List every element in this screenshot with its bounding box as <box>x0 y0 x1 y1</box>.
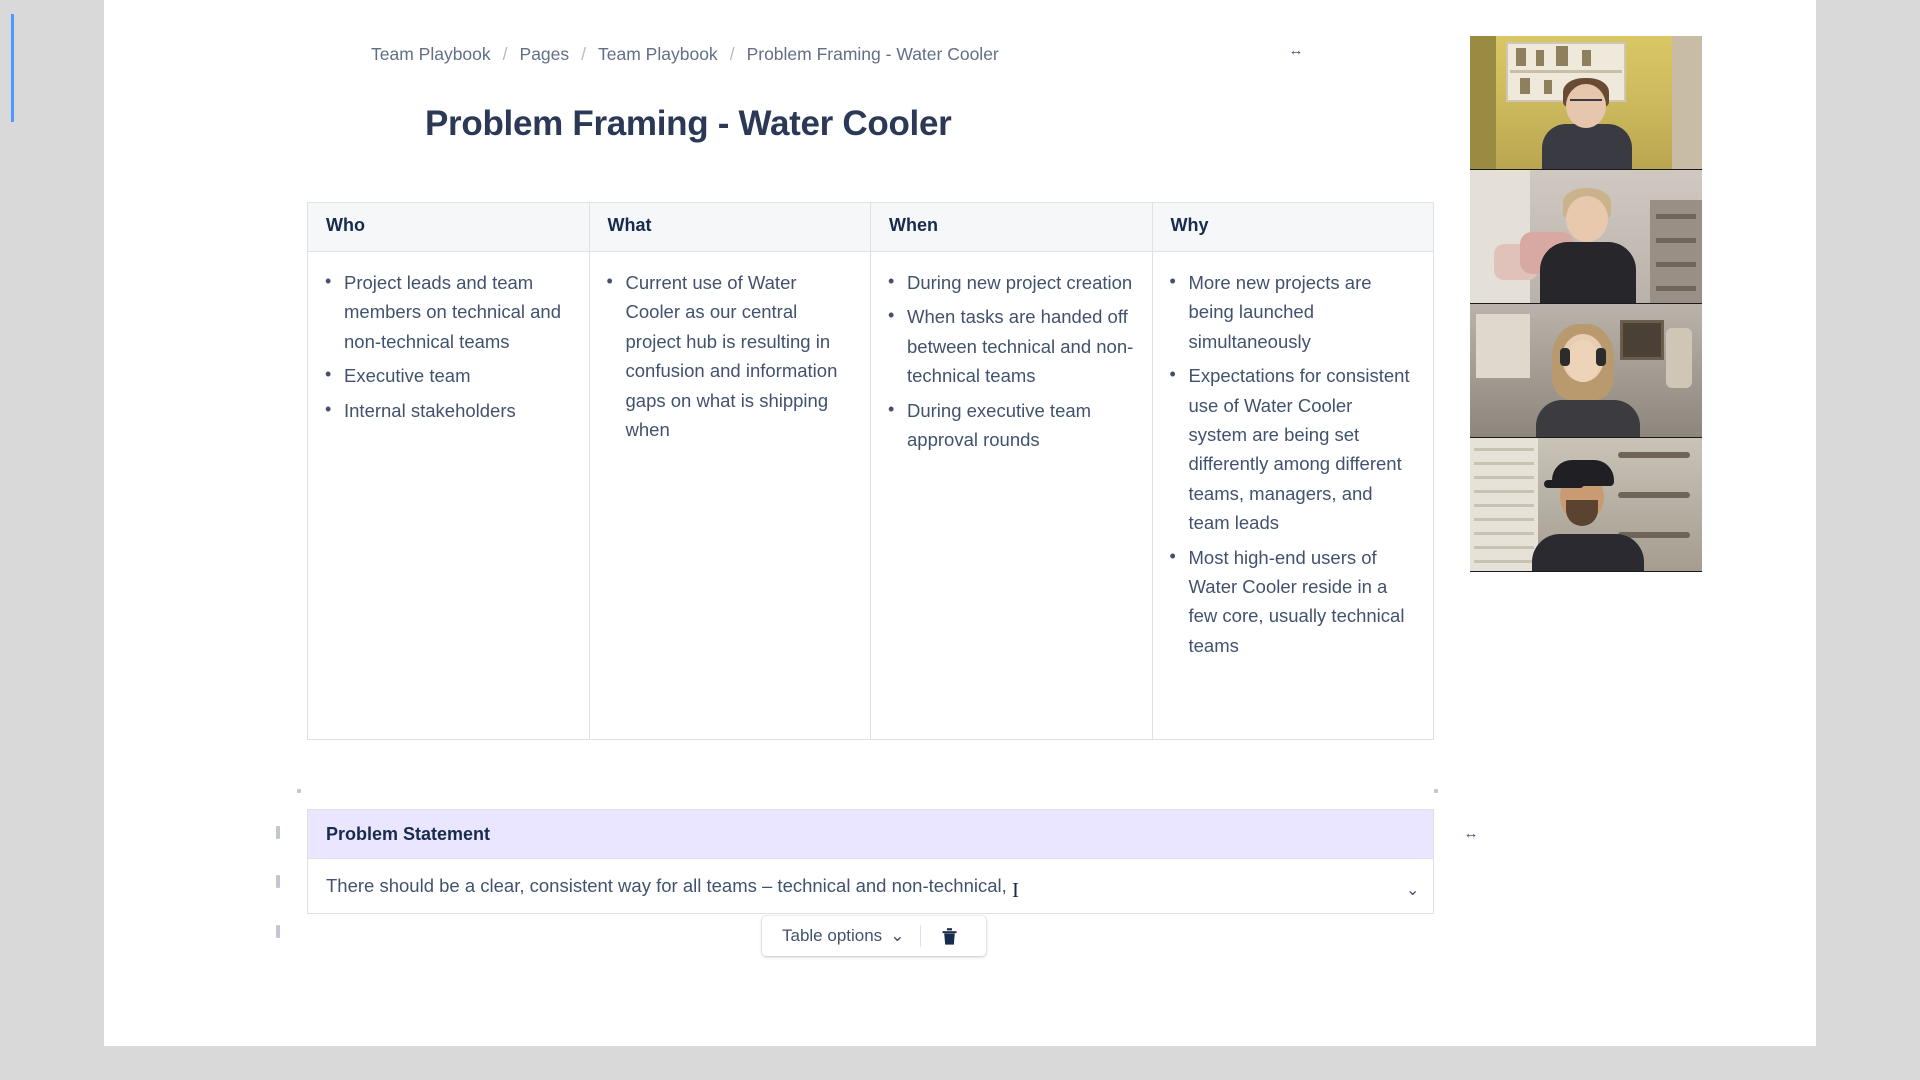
list-item: During executive team approval rounds <box>881 395 1134 455</box>
problem-statement-body-cell[interactable]: There should be a clear, consistent way … <box>307 858 1434 914</box>
table-row: Problem Statement <box>307 809 1434 859</box>
video-tile-participant-1[interactable] <box>1470 36 1702 170</box>
column-header-who[interactable]: Who <box>307 202 590 252</box>
table-options-toolbar: Table options ⌄ <box>762 916 986 956</box>
trash-icon <box>942 927 957 945</box>
video-tile-participant-3[interactable] <box>1470 304 1702 438</box>
video-call-rail <box>1470 36 1702 572</box>
problem-framing-table: Who What When Why Project leads and team… <box>307 202 1434 740</box>
column-resize-grip[interactable] <box>1434 789 1438 793</box>
column-header-when[interactable]: When <box>870 202 1153 252</box>
column-header-what[interactable]: What <box>588 202 871 252</box>
column-resize-grip[interactable] <box>297 789 301 793</box>
row-grip[interactable] <box>276 925 280 938</box>
breadcrumb-resize-icon[interactable]: ↔ <box>1282 40 1308 60</box>
app-screen: Team Playbook / Pages / Team Playbook / … <box>0 0 1920 1080</box>
problem-statement-header-cell[interactable]: Problem Statement <box>307 809 1434 859</box>
row-grip[interactable] <box>276 826 280 839</box>
table-row: Project leads and team members on techni… <box>307 251 1434 740</box>
problem-statement-table: Problem Statement There should be a clea… <box>307 809 1434 914</box>
video-tile-participant-4[interactable] <box>1470 438 1702 572</box>
breadcrumb-item-1[interactable]: Pages <box>520 44 570 65</box>
breadcrumb: Team Playbook / Pages / Team Playbook / … <box>371 44 999 65</box>
who-list: Project leads and team members on techni… <box>318 267 571 425</box>
what-list: Current use of Water Cooler as our centr… <box>600 267 853 444</box>
list-item: Current use of Water Cooler as our centr… <box>600 267 853 444</box>
page-title: Problem Framing - Water Cooler <box>425 104 952 143</box>
page-bottom-strip <box>104 1046 1816 1080</box>
table-resize-icon[interactable]: ↔ <box>1452 818 1488 848</box>
selected-row-accent <box>11 14 14 122</box>
breadcrumb-separator: / <box>502 44 508 64</box>
list-item: Executive team <box>318 360 571 390</box>
row-grip[interactable] <box>276 875 280 888</box>
list-item: More new projects are being launched sim… <box>1163 267 1416 356</box>
cell-who[interactable]: Project leads and team members on techni… <box>307 251 590 740</box>
left-gutter <box>0 0 104 1080</box>
table-options-button[interactable]: Table options ⌄ <box>762 916 920 956</box>
breadcrumb-separator: / <box>581 44 587 64</box>
breadcrumb-item-2[interactable]: Team Playbook <box>598 44 718 65</box>
list-item: During new project creation <box>881 267 1134 297</box>
delete-table-button[interactable] <box>921 916 977 956</box>
breadcrumb-item-0[interactable]: Team Playbook <box>371 44 491 65</box>
list-item: When tasks are handed off between techni… <box>881 301 1134 390</box>
table-options-label: Table options <box>782 926 883 945</box>
list-item: Most high-end users of Water Cooler resi… <box>1163 542 1416 661</box>
cell-when[interactable]: During new project creation When tasks a… <box>870 251 1153 740</box>
video-tile-participant-2[interactable] <box>1470 170 1702 304</box>
cell-why[interactable]: More new projects are being launched sim… <box>1151 251 1434 740</box>
cell-what[interactable]: Current use of Water Cooler as our centr… <box>588 251 871 740</box>
when-list: During new project creation When tasks a… <box>881 267 1134 455</box>
text-cursor-icon: I <box>1012 878 1019 902</box>
chevron-down-icon: ⌄ <box>890 926 905 945</box>
list-item: Internal stakeholders <box>318 395 571 425</box>
list-item: Expectations for consistent use of Water… <box>1163 360 1416 537</box>
list-item: Project leads and team members on techni… <box>318 267 571 356</box>
right-gutter <box>1816 0 1920 1080</box>
breadcrumb-item-3[interactable]: Problem Framing - Water Cooler <box>747 44 999 65</box>
table-header-row: Who What When Why <box>307 202 1434 252</box>
breadcrumb-separator: / <box>729 44 735 64</box>
column-header-why[interactable]: Why <box>1151 202 1434 252</box>
why-list: More new projects are being launched sim… <box>1163 267 1416 661</box>
cell-chevron-down-icon[interactable]: ⌄ <box>1406 880 1419 900</box>
table-row: There should be a clear, consistent way … <box>307 858 1434 914</box>
